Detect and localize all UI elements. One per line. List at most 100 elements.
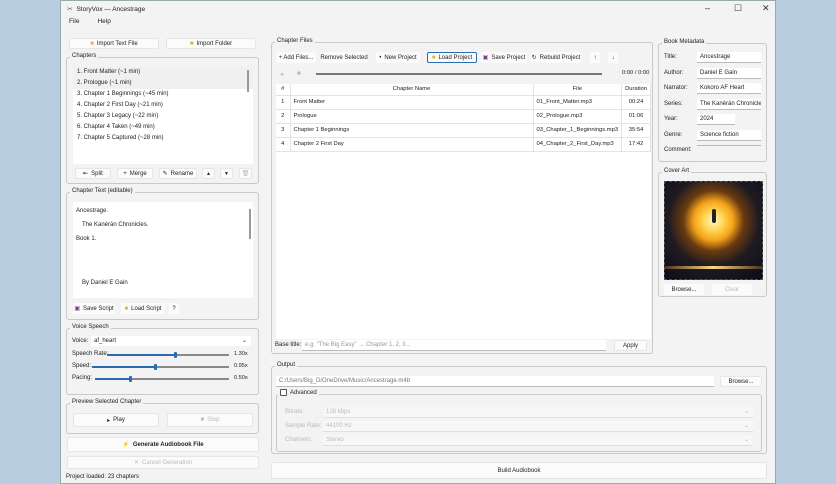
split-button[interactable]: ⇤ Split (75, 168, 111, 179)
import-text-file-button[interactable]: ■ Import Text File (69, 38, 159, 49)
slider-handle[interactable] (153, 364, 157, 370)
add-files-button[interactable]: + Add Files... (276, 52, 316, 63)
table-row[interactable]: 2 Prologue 02_Prologue.mp3 01:06 (276, 109, 651, 124)
advanced-checkbox[interactable] (280, 389, 287, 396)
browse-output-button[interactable]: Browse... (720, 376, 762, 387)
metadata-input[interactable]: 2024 (697, 114, 735, 125)
metadata-input[interactable]: The Kanérán Chronicles (697, 98, 761, 110)
generate-audiobook-button[interactable]: ⚡ Generate Audiobook File (67, 437, 259, 452)
advanced-toggle[interactable]: Advanced (278, 389, 319, 396)
metadata-input[interactable]: Science fiction (697, 129, 761, 141)
load-project-button[interactable]: ■ Load Project (427, 52, 477, 63)
slider-track[interactable] (92, 364, 229, 370)
voice-label: Voice: (72, 338, 89, 344)
book-metadata-title: Book Metadata (662, 39, 707, 45)
browse-cover-button[interactable]: Browse... (664, 284, 704, 295)
delete-icon[interactable]: 🗑 (239, 168, 252, 179)
slider-track[interactable] (95, 376, 229, 382)
chapter-text-title: Chapter Text (editable) (70, 188, 135, 194)
table-row[interactable]: 3 Chapter 1 Beginnings 03_Chapter_1_Beginn… (276, 123, 651, 138)
advanced-select[interactable]: 128 kbps ⌄ (323, 407, 753, 418)
table-cell: 03_Chapter_1_Beginnings.mp3 (533, 123, 623, 138)
metadata-input[interactable]: Daniel E Gain (697, 67, 761, 79)
label: Import Text File (96, 40, 138, 47)
label: Import Folder (196, 40, 233, 47)
slider-fill (107, 354, 175, 356)
load-script-button[interactable]: ■ Load Script (121, 303, 165, 314)
stop-icon[interactable]: ■ (297, 70, 301, 77)
menu-file[interactable]: File (69, 18, 79, 25)
chevron-down-icon: ⌄ (743, 423, 749, 429)
voice-select[interactable]: af_heart ⌄ (91, 336, 251, 346)
cancel-generation-button[interactable]: ✕ Cancel Generation (67, 456, 259, 469)
metadata-label: Author: (664, 69, 684, 76)
table-row[interactable]: 4 Chapter 2 First Day 04_Chapter_2_First_D… (276, 137, 651, 152)
label: Cancel Generation (142, 459, 193, 466)
chapter-list-item[interactable]: 5. Chapter 3 Legacy (~22 min) (73, 111, 253, 122)
rename-icon: ✎ (162, 171, 168, 177)
close-icon[interactable]: ✕ (762, 3, 770, 14)
chapter-files-table[interactable]: # Chapter Name File Duration 1 Front Matter 01… (276, 84, 651, 339)
move-up-button[interactable]: ▲ (202, 168, 215, 179)
previous-icon[interactable]: ◂ (280, 70, 283, 78)
chapter-list-item[interactable]: 3. Chapter 1 Beginnings (~45 min) (73, 89, 253, 100)
build-audiobook-button[interactable]: Build Audiobook (271, 462, 767, 479)
scrollbar[interactable] (247, 70, 249, 92)
chapter-list-item[interactable]: 2. Prologue (~1 min) (73, 78, 253, 89)
import-folder-button[interactable]: ■ Import Folder (166, 38, 256, 49)
rebuild-project-button[interactable]: ↻ Rebuild Project (531, 52, 581, 63)
save-script-button[interactable]: ▣ Save Script (73, 303, 115, 314)
table-cell: Chapter 1 Beginnings (290, 123, 534, 138)
slider-handle[interactable] (128, 376, 132, 382)
label: Rebuild Project (539, 54, 581, 61)
label: Save Project (491, 54, 526, 61)
rename-button[interactable]: ✎ Rename (159, 168, 197, 179)
chapter-list[interactable]: 1. Front Matter (~1 min) 2. Prologue (~1 … (73, 67, 253, 164)
apply-button[interactable]: Apply (614, 340, 647, 351)
clear-cover-button[interactable]: Clear (712, 284, 752, 295)
scrollbar[interactable] (249, 209, 251, 239)
chapter-list-item[interactable]: 4. Chapter 2 First Day (~21 min) (73, 100, 253, 111)
maximize-icon[interactable]: ☐ (734, 3, 742, 14)
column-header[interactable]: Duration (621, 84, 651, 96)
table-cell: 3 (276, 123, 291, 138)
move-down-button[interactable]: ↓ (608, 52, 618, 63)
save-project-button[interactable]: ▣ Save Project (481, 52, 527, 63)
chapter-list-item[interactable]: 1. Front Matter (~1 min) (73, 67, 253, 78)
chapter-text-editor[interactable]: Ancestrage. The Kanérán Chronicles. Book… (73, 202, 253, 298)
table-row[interactable]: 1 Front Matter 01_Front_Matter.mp3 00:24 (276, 95, 651, 110)
advanced-select[interactable]: Stereo ⌄ (323, 435, 753, 446)
move-down-button[interactable]: ▼ (220, 168, 233, 179)
label: Rename (170, 170, 194, 177)
remove-selected-button[interactable]: Remove Selected (320, 52, 368, 63)
menu-help[interactable]: Help (97, 18, 110, 25)
advanced-label: Sample Rate: (285, 423, 322, 429)
base-title-input[interactable]: e.g. "The Big Easy" → Chapter 1, 2, 3... (302, 340, 606, 351)
stop-button[interactable]: ■ Stop (167, 413, 253, 427)
column-header[interactable]: Chapter Name (290, 84, 534, 96)
table-cell: Front Matter (290, 95, 534, 110)
chapter-list-item[interactable]: 6. Chapter 4 Taken (~49 min) (73, 122, 253, 133)
help-button[interactable]: ? (169, 303, 179, 314)
metadata-input[interactable] (697, 145, 761, 146)
move-up-button[interactable]: ↑ (590, 52, 600, 63)
slider-handle[interactable] (174, 352, 178, 358)
metadata-input[interactable]: Ancestrage (697, 52, 761, 63)
advanced-select[interactable]: 44100 Hz ⌄ (323, 421, 753, 432)
column-header[interactable]: File (533, 84, 623, 96)
table-cell: 01:06 (621, 109, 651, 124)
column-header[interactable]: # (276, 84, 291, 96)
play-button[interactable]: ▸ Play (73, 413, 159, 427)
metadata-input[interactable]: Kokoro AF Heart (697, 83, 761, 94)
merge-button[interactable]: + Merge (117, 168, 153, 179)
output-path-input[interactable]: C:/Users/Big_D/OneDrive/Music/Ancestrage… (276, 376, 714, 387)
minimize-icon[interactable]: – (705, 3, 710, 13)
text-line: By Daniel E Gain (82, 280, 128, 286)
chapter-list-item[interactable]: 7. Chapter 5 Captured (~28 min) (73, 133, 253, 144)
new-project-button[interactable]: • New Project (376, 52, 420, 63)
seek-slider[interactable] (316, 73, 602, 75)
book-metadata-group: Book Metadata Title: Ancestrage Author: Dan… (658, 39, 767, 162)
select-value: Stereo (326, 437, 344, 443)
chapter-files-title: Chapter Files (275, 38, 315, 44)
slider-track[interactable] (107, 352, 229, 358)
